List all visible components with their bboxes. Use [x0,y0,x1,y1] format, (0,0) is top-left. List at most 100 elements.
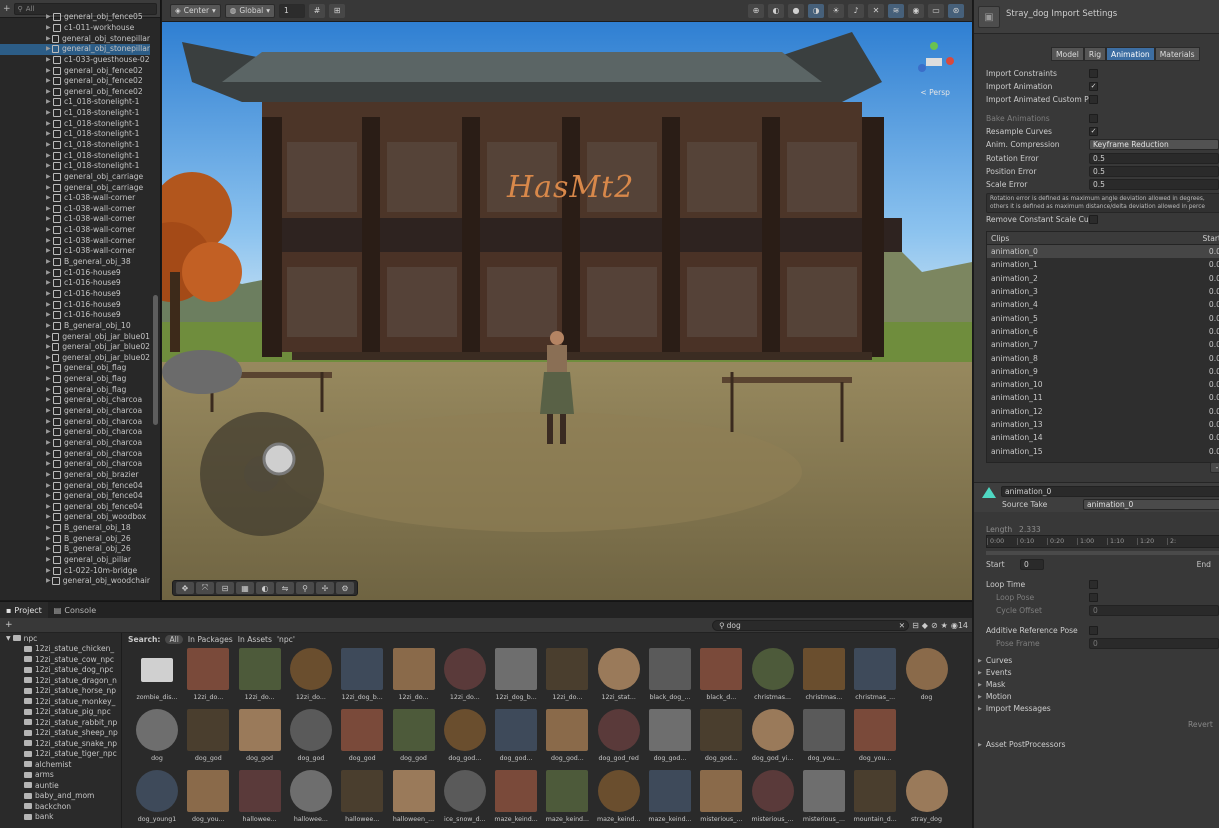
hierarchy-item[interactable]: ▶ B_general_obj_18 [0,523,150,534]
hierarchy-item[interactable]: ▶ c1_018-stonelight-1 [0,161,150,172]
triangle-right-icon[interactable]: ▶ [46,225,53,235]
hierarchy-item[interactable]: ▶ general_obj_woodbox [0,512,150,523]
hierarchy-item[interactable]: ▶ general_obj_flag [0,384,150,395]
hierarchy-item[interactable]: ▶ c1-038-wall-corner [0,225,150,236]
hierarchy-item[interactable]: ▶ general_obj_woodchair [0,576,150,587]
asset-item[interactable]: hallowee... [285,770,337,828]
hierarchy-item[interactable]: ▶ c1-022-10m-bridge [0,565,150,576]
hierarchy-item[interactable]: ▶ general_obj_stonepillar [0,43,150,55]
triangle-right-icon[interactable]: ▶ [46,55,53,65]
hierarchy-item[interactable]: ▶ general_obj_charcoa [0,395,150,406]
asset-item[interactable]: christmas_... [849,648,901,708]
rect-tool-icon[interactable]: ▦ [236,582,254,594]
triangle-right-icon[interactable]: ▶ [46,449,53,459]
timeline-range-bar[interactable] [986,551,1219,555]
triangle-right-icon[interactable]: ▶ [46,385,53,395]
asset-item[interactable]: christmas... [747,648,799,708]
folder-item[interactable]: arms [0,770,121,781]
revert-button[interactable]: Revert [1188,720,1213,729]
triangle-right-icon[interactable]: ▶ [46,544,53,554]
rotate-tool-icon[interactable]: ⤧ [196,582,214,594]
clip-row[interactable]: animation_6 0.0 [987,325,1219,338]
hierarchy-item[interactable]: ▶ general_obj_charcoa [0,406,150,417]
asset-item[interactable]: mountain_d... [849,770,901,828]
additive-ref-checkbox[interactable] [1089,625,1098,635]
anim-compression-dropdown[interactable]: Keyframe Reduction [1089,138,1219,150]
asset-item[interactable]: dog_god [285,709,337,769]
project-search-input[interactable]: ⚲ dog ✕ [712,619,910,631]
hierarchy-item[interactable]: ▶ general_obj_fence05 [0,12,150,23]
hierarchy-item[interactable]: ▶ general_obj_charcoa [0,416,150,427]
clip-row[interactable]: animation_13 0.0 [987,418,1219,431]
asset-item[interactable]: misterious_... [695,770,747,828]
start-field[interactable]: 0 [1020,558,1044,570]
triangle-right-icon[interactable]: ▶ [46,214,53,224]
shading-lit-icon[interactable]: ◑ [808,3,824,18]
tab-console[interactable]: ▤ Console [48,602,102,618]
triangle-right-icon[interactable]: ▶ [46,12,53,22]
triangle-right-icon[interactable]: ▶ [46,193,53,203]
hierarchy-item[interactable]: ▶ c1-016-house9 [0,299,150,310]
folder-item[interactable]: 12zi_statue_tiger_npc [0,749,121,760]
triangle-right-icon[interactable]: ▶ [46,417,53,427]
hierarchy-item[interactable]: ▶ c1-033-guesthouse-02 [0,55,150,66]
hierarchy-item[interactable]: ▶ general_obj_pillar [0,555,150,566]
clip-row[interactable]: animation_2 0.0 [987,272,1219,285]
pan-icon[interactable]: ✢ [316,582,334,594]
asset-item[interactable]: dog_god_yi... [747,709,799,769]
folder-item[interactable]: 12zi_statue_cow_npc [0,654,121,665]
folder-item[interactable]: 12zi_statue_chicken_ [0,644,121,655]
triangle-right-icon[interactable]: ▶ [46,470,53,480]
folder-item[interactable]: backchon [0,801,121,812]
triangle-right-icon[interactable]: ▶ [46,502,53,512]
events-foldout[interactable]: ▶ Events [978,668,1012,677]
move-tool-icon[interactable]: ✥ [176,582,194,594]
hierarchy-item[interactable]: ▶ c1-016-house9 [0,267,150,278]
loop-time-checkbox[interactable] [1089,579,1098,589]
asset-item[interactable]: dog_you... [849,709,901,769]
scope-in-packages[interactable]: In Packages [188,635,233,644]
triangle-right-icon[interactable]: ▶ [46,395,53,405]
hierarchy-item[interactable]: ▶ general_obj_charcoa [0,448,150,459]
clip-name-field[interactable]: animation_0 [1001,486,1219,497]
folder-item[interactable]: 12zi_statue_rabbit_np [0,717,121,728]
search-by-label-icon[interactable]: ◆ [922,621,928,630]
hierarchy-item[interactable]: ▶ c1-016-house9 [0,310,150,321]
hierarchy-item[interactable]: ▶ general_obj_fence04 [0,480,150,491]
tab-rig[interactable]: Rig [1083,47,1107,61]
clip-row[interactable]: animation_4 0.0 [987,298,1219,311]
triangle-right-icon[interactable]: ▶ [46,481,53,491]
curves-foldout[interactable]: ▶ Curves [978,656,1012,665]
orbit-icon[interactable]: ◐ [256,582,274,594]
triangle-right-icon[interactable]: ▶ [46,321,53,331]
shading-wire-icon[interactable]: ◐ [768,3,784,18]
hierarchy-item[interactable]: ▶ c1_018-stonelight-1 [0,140,150,151]
folder-item[interactable]: bank [0,812,121,823]
position-error-field[interactable]: 0.5 [1089,165,1219,177]
hierarchy-item[interactable]: ▶ general_obj_stonepillar [0,33,150,44]
shading-solid-icon[interactable]: ● [788,3,804,18]
folder-item[interactable]: 12zi_statue_monkey_ [0,696,121,707]
triangle-right-icon[interactable]: ▶ [46,566,53,576]
asset-item[interactable]: dog [901,648,953,708]
scene-viewport[interactable]: HasMt2 < Persp ✥ ⤧ ⊟ ▦ ◐ ⇋ ⚲ ✢ ⚙ [162,22,972,600]
asset-item[interactable]: maze_keind... [541,770,593,828]
clip-row[interactable]: animation_1 0.0 [987,258,1219,271]
asset-item[interactable]: ice_snow_d... [439,770,491,828]
asset-item[interactable]: dog_god [182,709,234,769]
triangle-right-icon[interactable]: ▶ [46,427,53,437]
asset-item[interactable]: dog_you... [182,770,234,828]
import-constraints-checkbox[interactable] [1089,68,1098,78]
folder-item[interactable]: 12zi_statue_snake_np [0,738,121,749]
layers-icon[interactable]: ≋ [888,3,904,18]
import-animated-custom-checkbox[interactable] [1089,94,1098,104]
tab-animation[interactable]: Animation [1106,47,1155,61]
folder-item[interactable]: alchemist [0,759,121,770]
clip-timeline[interactable]: 0:00 0:10 0:20 1:00 1:10 1:20 2: [986,535,1219,548]
asset-item[interactable]: stray_dog [901,770,953,828]
triangle-right-icon[interactable]: ▶ [46,310,53,320]
asset-item[interactable]: 12zi_stat... [593,648,645,708]
clip-row[interactable]: animation_10 0.0 [987,378,1219,391]
asset-item[interactable]: maze_keind... [644,770,696,828]
folder-item[interactable]: 12zi_statue_sheep_np [0,728,121,739]
